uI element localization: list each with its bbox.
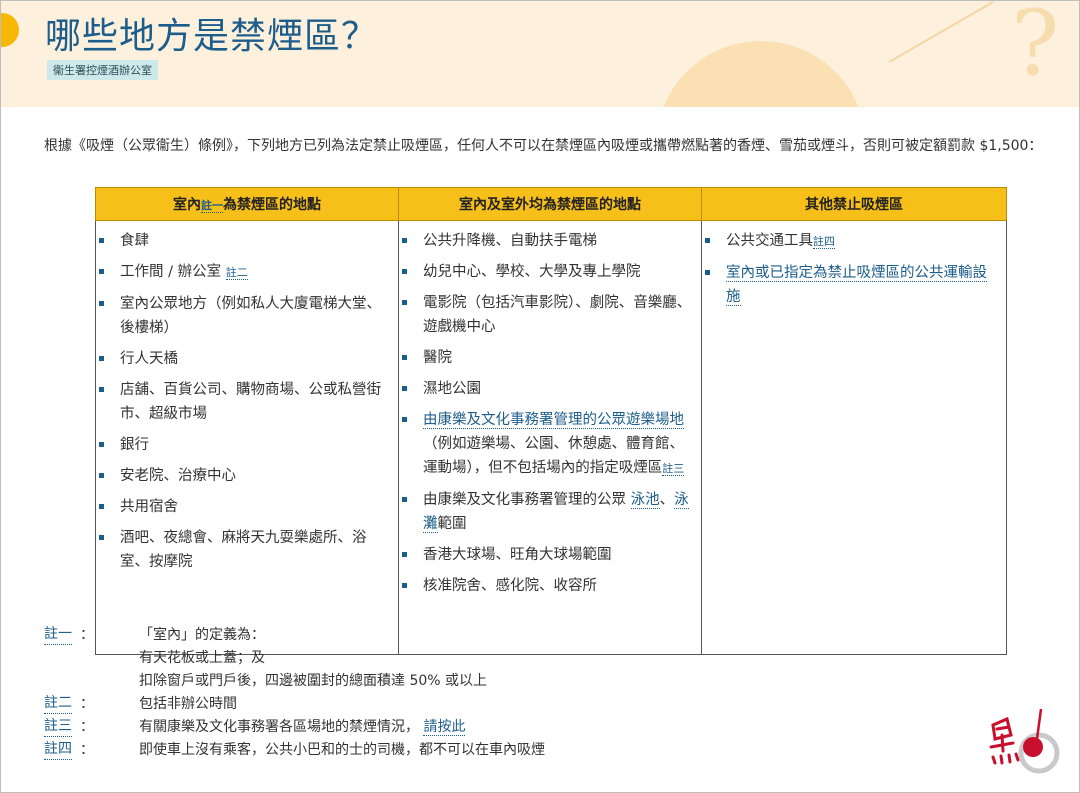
question-mark-icon: ? [1011,1,1060,96]
note-1-line-2: 有天花板或上蓋；及 [44,647,744,670]
note-1-label[interactable]: 註一 [44,624,72,645]
list-item: 室內公眾地方（例如私人大廈電梯大堂、後樓梯） [96,292,390,340]
note-2-label[interactable]: 註二 [44,693,72,714]
note-colon: ： [80,719,94,735]
table-header-indoor: 室內註一為禁煙區的地點 [95,187,399,221]
table-header-other: 其他禁止吸煙區 [701,187,1007,221]
indoor-areas-list: 食肆 工作間 / 辦公室 註二 室內公眾地方（例如私人大廈電梯大堂、後樓梯） 行… [96,229,390,574]
note-2-ref-link[interactable]: 註二 [225,266,248,280]
footnotes: 註一 ： 「室內」的定義為： 有天花板或上蓋；及 扣除窗戶或門戶後，四邊被圍封的… [44,624,744,762]
transport-facilities-link[interactable]: 室內或已指定為禁止吸煙區的公共運輸設施 [726,265,987,306]
note-3-label[interactable]: 註三 [44,716,72,737]
source-badge: 衞生署控煙酒辦公室 [47,60,158,80]
note-4: 註四 ： 即使車上沒有乘客，公共小巴和的士的司機，都不可以在車內吸煙 [44,739,744,762]
note-2: 註二 ： 包括非辦公時間 [44,693,744,716]
page-banner: ? 哪些地方是禁煙區？ 衞生署控煙酒辦公室 [1,1,1079,107]
note-1: 註一 ： 「室內」的定義為： [44,624,744,647]
list-item: 醫院 [399,346,693,370]
note-3-ref-link[interactable]: 註三 [662,462,685,476]
brand-logo-icon [989,708,1060,774]
lcsd-venues-link[interactable]: 由康樂及文化事務署管理的公眾遊樂場地 [423,412,684,429]
note-1-detail-1: 有天花板或上蓋；及 [139,650,265,666]
swimming-pools-link[interactable]: 泳池 [630,492,660,509]
note-3: 註三 ： 有關康樂及文化事務署各區場地的禁煙情況， 請按此 [44,716,744,739]
banner-tab-decoration [1,13,19,47]
note-1-text: 「室內」的定義為： [139,627,265,643]
list-item: 食肆 [96,229,390,253]
list-item: 銀行 [96,433,390,457]
header-indoor-prefix: 室內 [173,197,201,213]
note-3-text: 有關康樂及文化事務署各區場地的禁煙情況， [139,719,419,735]
note-colon: ： [80,696,94,712]
list-item-text: 公共交通工具 [726,233,813,249]
note-colon: ： [80,627,94,643]
list-item: 工作間 / 辦公室 註二 [96,260,390,285]
list-item: 由康樂及文化事務署管理的公眾遊樂場地 （例如遊樂場、公園、休憩處、體育館、運動場）… [399,408,693,481]
note-colon: ： [80,742,94,758]
header-indoor-suffix: 為禁煙區的地點 [223,197,321,213]
note-1-line-3: 扣除窗戶或門戶後，四邊被圍封的總面積達 50% 或以上 [44,670,744,693]
note-1-detail-2: 扣除窗戶或門戶後，四邊被圍封的總面積達 50% 或以上 [139,673,488,689]
list-item: 安老院、治療中心 [96,464,390,488]
list-item: 濕地公園 [399,377,693,401]
note-1-ref-link[interactable]: 註一 [201,199,223,213]
intro-paragraph: 根據《吸煙（公眾衞生）條例》，下列地方已列為法定禁止吸煙區，任何人不可以在禁煙區… [44,138,1043,154]
note-3-text-wrap: 有關康樂及文化事務署各區場地的禁煙情況， 請按此 [139,716,466,739]
note-2-text: 包括非辦公時間 [139,696,237,712]
list-item: 公共升降機、自動扶手電梯 [399,229,693,253]
banner-line-decoration [888,1,994,63]
no-smoking-areas-table: 室內註一為禁煙區的地點 室內及室外均為禁煙區的地點 其他禁止吸煙區 食肆 工作間… [95,187,1007,655]
click-here-link[interactable]: 請按此 [423,719,466,736]
other-areas-list: 公共交通工具註四 室內或已指定為禁止吸煙區的公共運輸設施 [702,229,998,309]
list-item-text: （例如遊樂場、公園、休憩處、體育館、運動場），但不包括場內的指定吸煙區 [423,436,684,476]
list-item: 室內或已指定為禁止吸煙區的公共運輸設施 [702,261,998,309]
list-item: 電影院（包括汽車影院）、劇院、音樂廳、遊戲機中心 [399,291,693,339]
list-item-text: 由康樂及文化事務署管理的公眾 [423,492,626,508]
table-header-indoor-outdoor: 室內及室外均為禁煙區的地點 [398,187,702,221]
list-item: 核准院舍、感化院、收容所 [399,574,693,598]
indoor-outdoor-areas-list: 公共升降機、自動扶手電梯 幼兒中心、學校、大學及專上學院 電影院（包括汽車影院）… [399,229,693,598]
list-item: 酒吧、夜總會、麻將天九耍樂處所、浴室、按摩院 [96,526,390,574]
list-item: 店舖、百貨公司、購物商場、公或私營街市、超級市場 [96,378,390,426]
note-4-text: 即使車上沒有乘客，公共小巴和的士的司機，都不可以在車內吸煙 [139,742,545,758]
list-item: 行人天橋 [96,347,390,371]
list-item-text: 範圍 [437,516,467,532]
list-item: 幼兒中心、學校、大學及專上學院 [399,260,693,284]
indoor-areas-cell: 食肆 工作間 / 辦公室 註二 室內公眾地方（例如私人大廈電梯大堂、後樓梯） 行… [95,220,399,655]
list-item: 共用宿舍 [96,495,390,519]
list-item: 由康樂及文化事務署管理的公眾 泳池、泳灘範圍 [399,488,693,536]
indoor-outdoor-areas-cell: 公共升降機、自動扶手電梯 幼兒中心、學校、大學及專上學院 電影院（包括汽車影院）… [398,220,702,655]
banner-circle-decoration [656,41,866,107]
page-title: 哪些地方是禁煙區？ [45,16,379,57]
list-separator: 、 [659,492,675,508]
note-4-ref-link[interactable]: 註四 [813,235,835,249]
list-item-text: 工作間 / 辦公室 [120,264,222,280]
list-item: 公共交通工具註四 [702,229,998,254]
note-4-label[interactable]: 註四 [44,739,72,760]
other-areas-cell: 公共交通工具註四 室內或已指定為禁止吸煙區的公共運輸設施 [701,220,1007,655]
list-item: 香港大球場、旺角大球場範圍 [399,543,693,567]
